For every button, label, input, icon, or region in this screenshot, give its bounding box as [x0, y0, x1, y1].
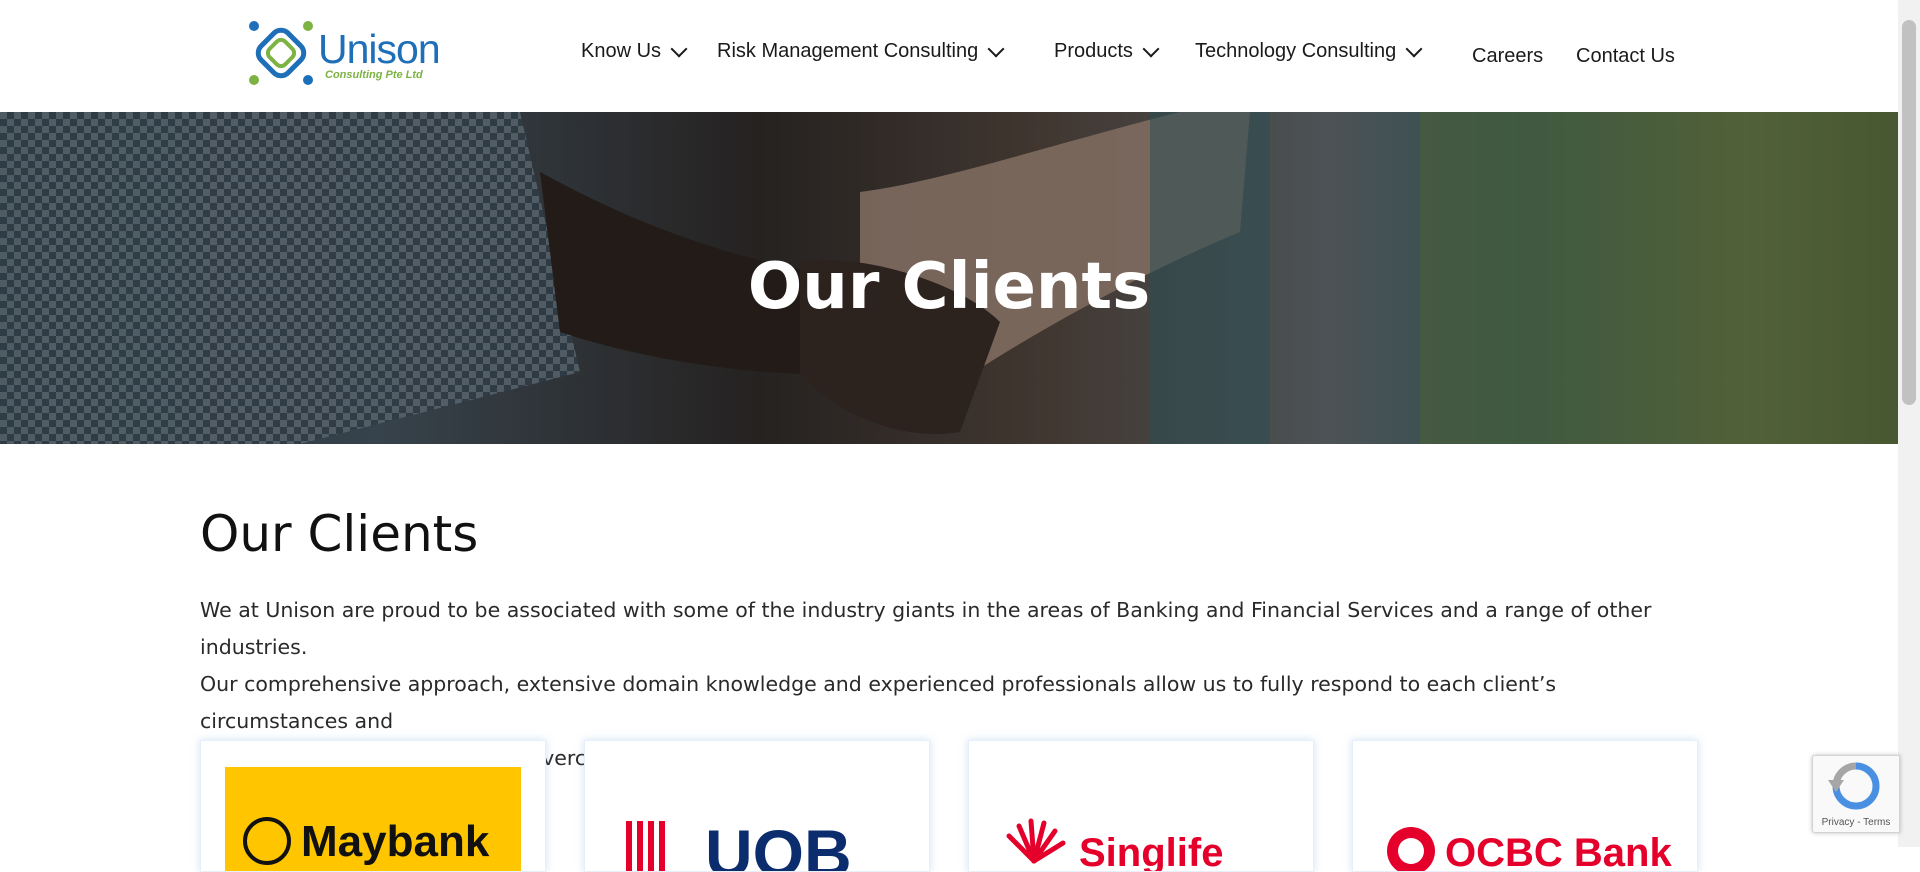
chevron-down-icon — [1142, 40, 1160, 57]
nav-label: Careers — [1472, 45, 1544, 67]
nav-risk-management-consulting[interactable]: Risk Management Consulting — [717, 40, 1005, 63]
chevron-down-icon — [670, 40, 688, 57]
hero-title: Our Clients — [747, 250, 1151, 324]
scrollbar-thumb[interactable] — [1902, 20, 1916, 405]
singlife-label: Singlife — [1079, 831, 1223, 871]
unison-logo[interactable]: Unison Consulting Pte Ltd — [246, 18, 446, 88]
singlife-logo: Singlife — [1006, 818, 1223, 871]
nav-products[interactable]: Products — [1054, 40, 1160, 63]
maybank-logo: Maybank — [225, 767, 521, 871]
chevron-down-icon — [987, 40, 1005, 57]
uob-logo: UOB — [626, 816, 852, 871]
nav-contact-us[interactable]: Contact Us — [1576, 45, 1675, 68]
client-card-maybank[interactable]: Maybank — [200, 740, 546, 872]
uob-label: UOB — [705, 816, 852, 871]
client-card-uob[interactable]: UOB — [584, 740, 930, 872]
logo-wordmark: Unison — [318, 26, 441, 72]
hero-banner: Our Clients — [0, 112, 1898, 444]
recaptcha-badge[interactable]: Privacy - Terms — [1812, 755, 1900, 833]
page-title: Our Clients — [200, 505, 479, 563]
intro-line: Our comprehensive approach, extensive do… — [200, 672, 1557, 733]
ocbc-logo: OCBC Bank — [1387, 827, 1672, 871]
nav-label: Technology Consulting — [1195, 40, 1397, 62]
maybank-label: Maybank — [301, 817, 490, 866]
logo-tagline: Consulting Pte Ltd — [325, 69, 423, 81]
client-card-singlife[interactable]: Singlife — [968, 740, 1314, 872]
nav-technology-consulting[interactable]: Technology Consulting — [1195, 40, 1423, 63]
recaptcha-links[interactable]: Privacy - Terms — [1813, 817, 1899, 828]
client-card-ocbc[interactable]: OCBC Bank — [1352, 740, 1698, 872]
intro-line: We at Unison are proud to be associated … — [200, 598, 1652, 659]
site-header: Unison Consulting Pte Ltd Know Us Risk M… — [0, 0, 1898, 112]
unison-logo-mark-icon — [249, 21, 313, 85]
nav-label: Products — [1054, 40, 1133, 62]
recaptcha-icon — [1828, 762, 1880, 810]
nav-label: Know Us — [581, 40, 662, 62]
chevron-down-icon — [1405, 40, 1423, 57]
nav-careers[interactable]: Careers — [1472, 45, 1543, 68]
page-scrollbar[interactable] — [1898, 0, 1920, 847]
nav-label: Contact Us — [1576, 45, 1675, 67]
nav-know-us[interactable]: Know Us — [581, 40, 688, 63]
ocbc-label: OCBC Bank — [1445, 831, 1672, 871]
nav-label: Risk Management Consulting — [717, 40, 979, 62]
